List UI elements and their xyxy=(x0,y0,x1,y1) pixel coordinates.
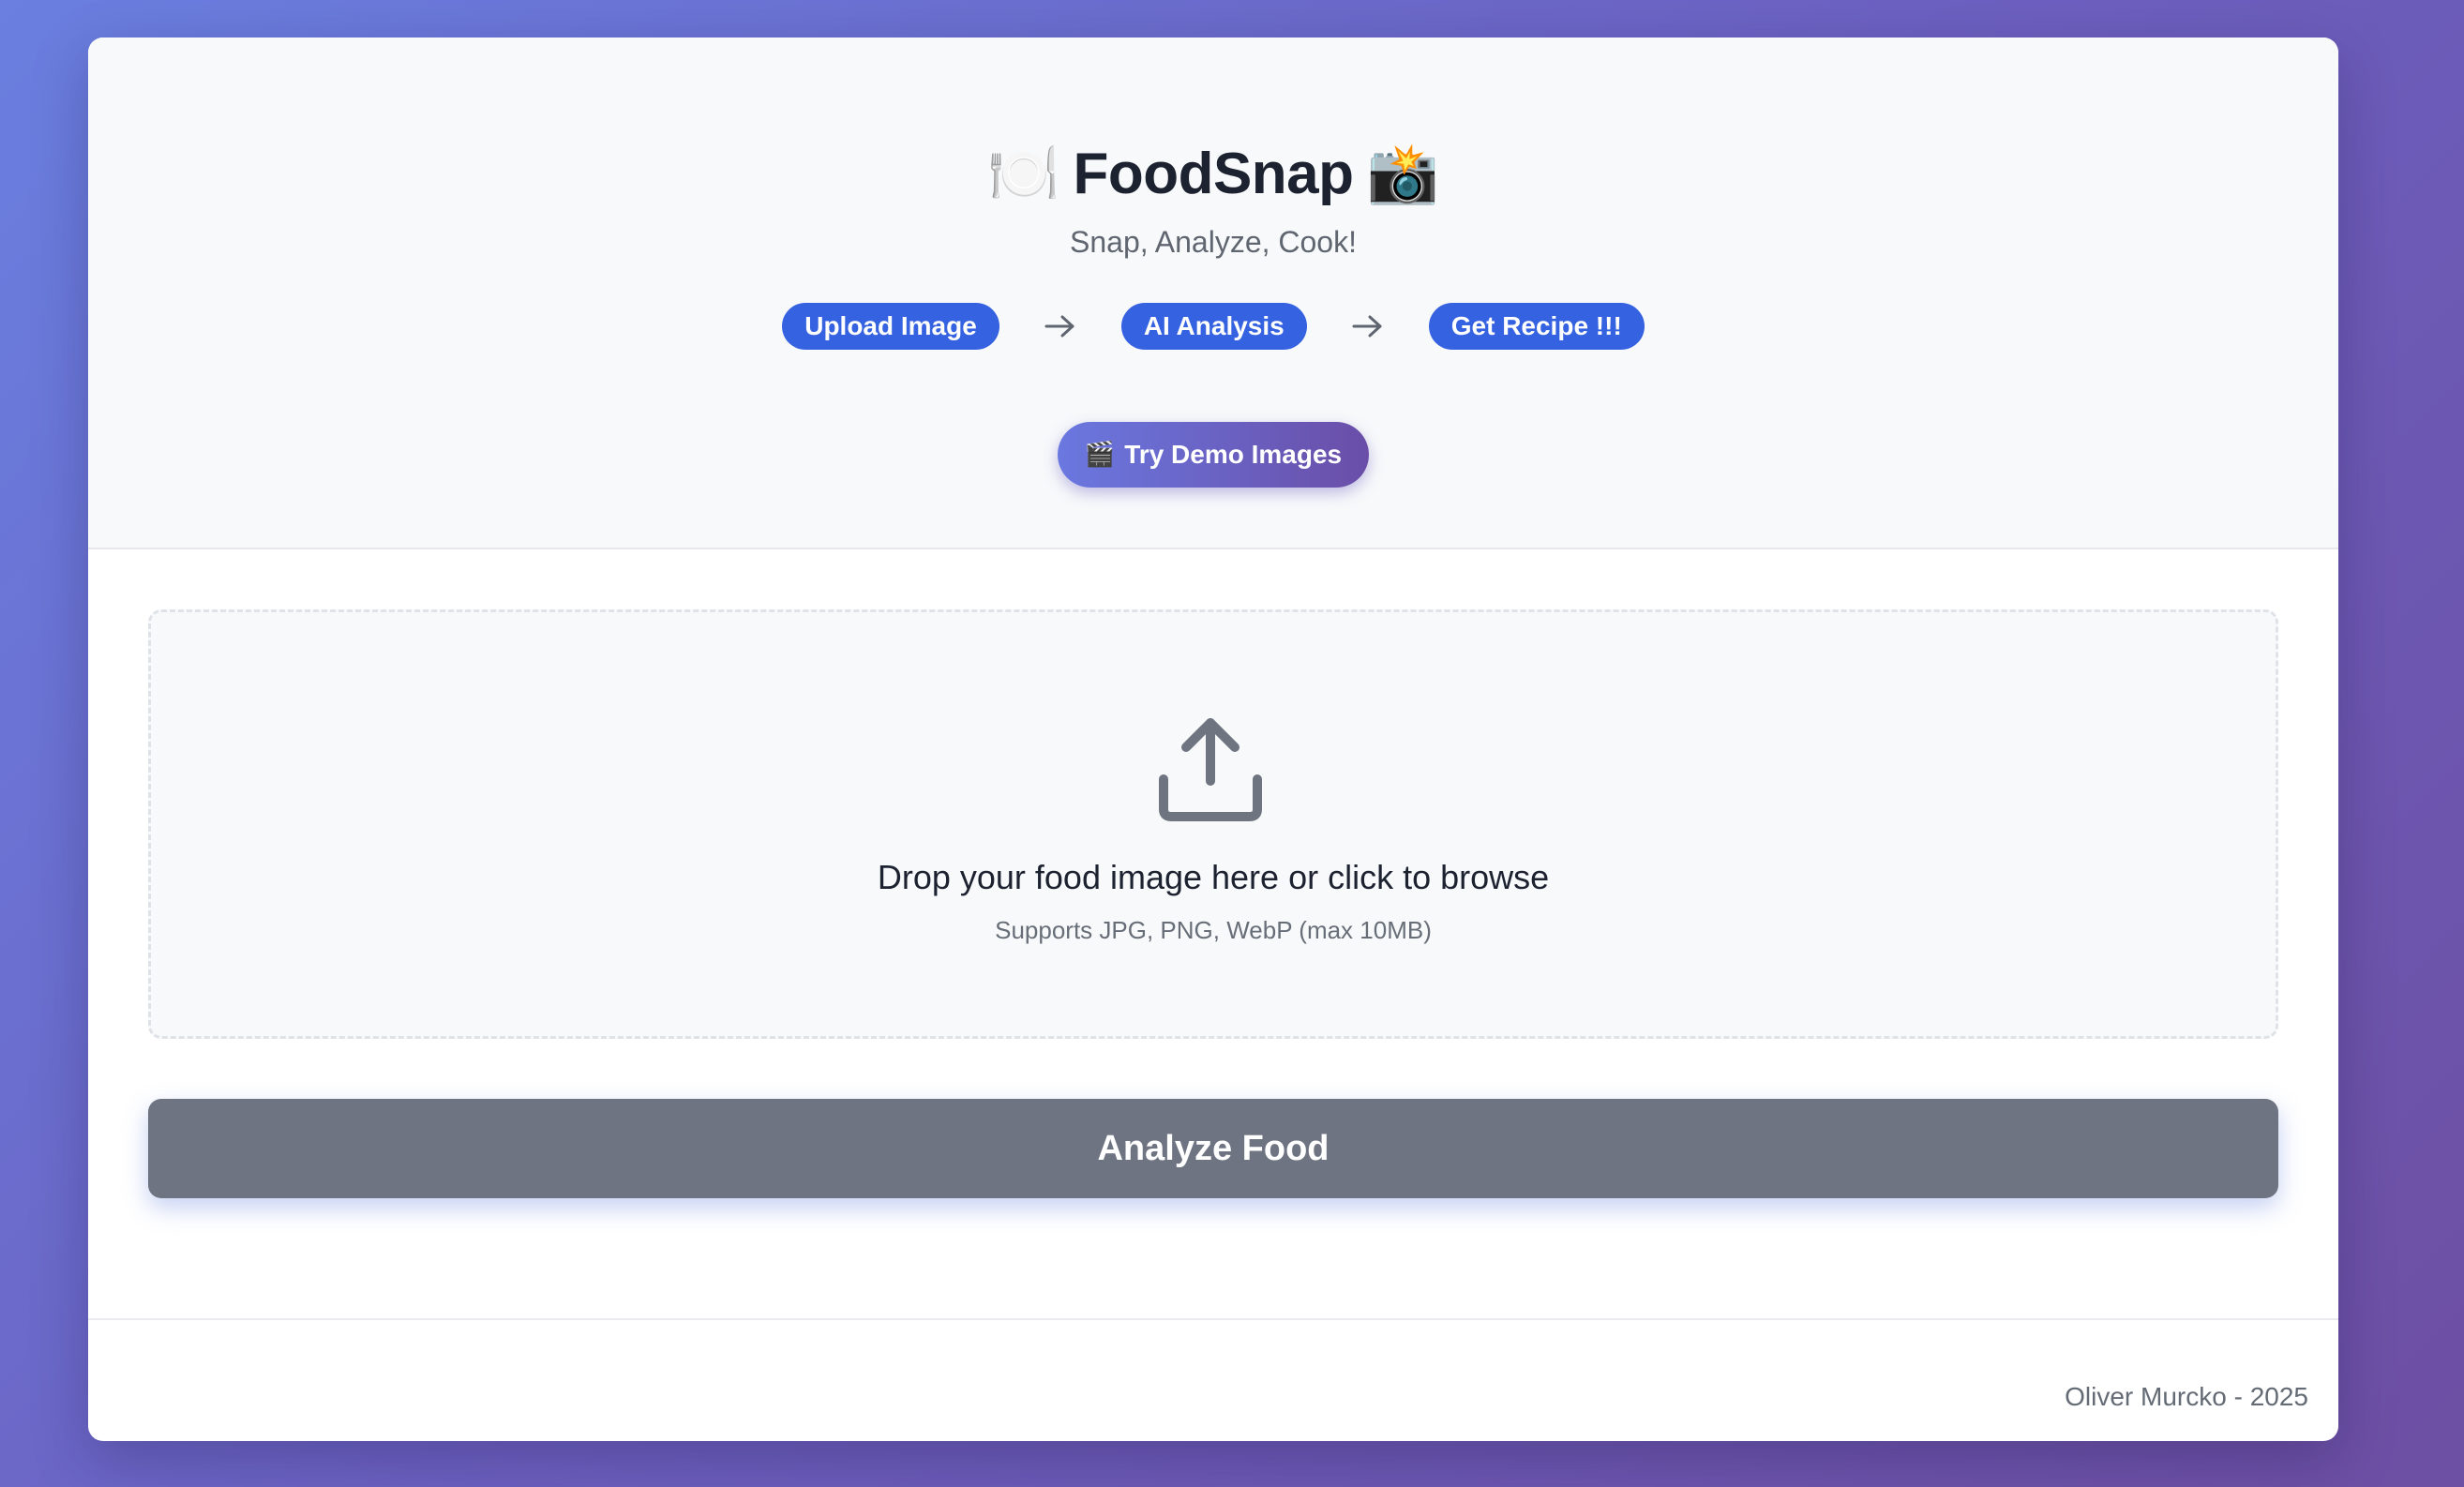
footer-credit: Oliver Murcko - 2025 xyxy=(2065,1382,2308,1411)
clapperboard-icon: 🎬 xyxy=(1084,441,1116,469)
app-card: 🍽️ FoodSnap 📸 Snap, Analyze, Cook! Uploa… xyxy=(88,38,2338,1441)
dropzone-hint: Supports JPG, PNG, WebP (max 10MB) xyxy=(995,916,1432,944)
page-subtitle: Snap, Analyze, Cook! xyxy=(1070,225,1357,259)
app-header: 🍽️ FoodSnap 📸 Snap, Analyze, Cook! Uploa… xyxy=(88,38,2338,549)
upload-icon xyxy=(1159,718,1262,821)
process-steps: Upload Image AI Analysis Get Recipe !!! xyxy=(88,302,2338,351)
camera-icon: 📸 xyxy=(1366,139,1439,207)
step-ai-analysis: AI Analysis xyxy=(1120,303,1307,350)
plate-icon: 🍽️ xyxy=(987,139,1060,207)
title-row: 🍽️ FoodSnap 📸 xyxy=(88,131,2338,216)
dropzone-text: Drop your food image here or click to br… xyxy=(877,858,1550,896)
step-get-recipe: Get Recipe !!! xyxy=(1428,303,1645,350)
footer-divider xyxy=(88,1318,2338,1320)
step-upload-image: Upload Image xyxy=(782,303,999,350)
analyze-food-button[interactable]: Analyze Food xyxy=(148,1099,2278,1198)
try-demo-images-button[interactable]: 🎬 Try Demo Images xyxy=(1058,422,1369,488)
page-title: FoodSnap xyxy=(1073,141,1354,206)
image-dropzone[interactable]: Drop your food image here or click to br… xyxy=(148,609,2278,1039)
arrow-right-icon xyxy=(999,302,1121,351)
arrow-right-icon xyxy=(1307,302,1429,351)
try-demo-images-label: Try Demo Images xyxy=(1124,440,1343,469)
